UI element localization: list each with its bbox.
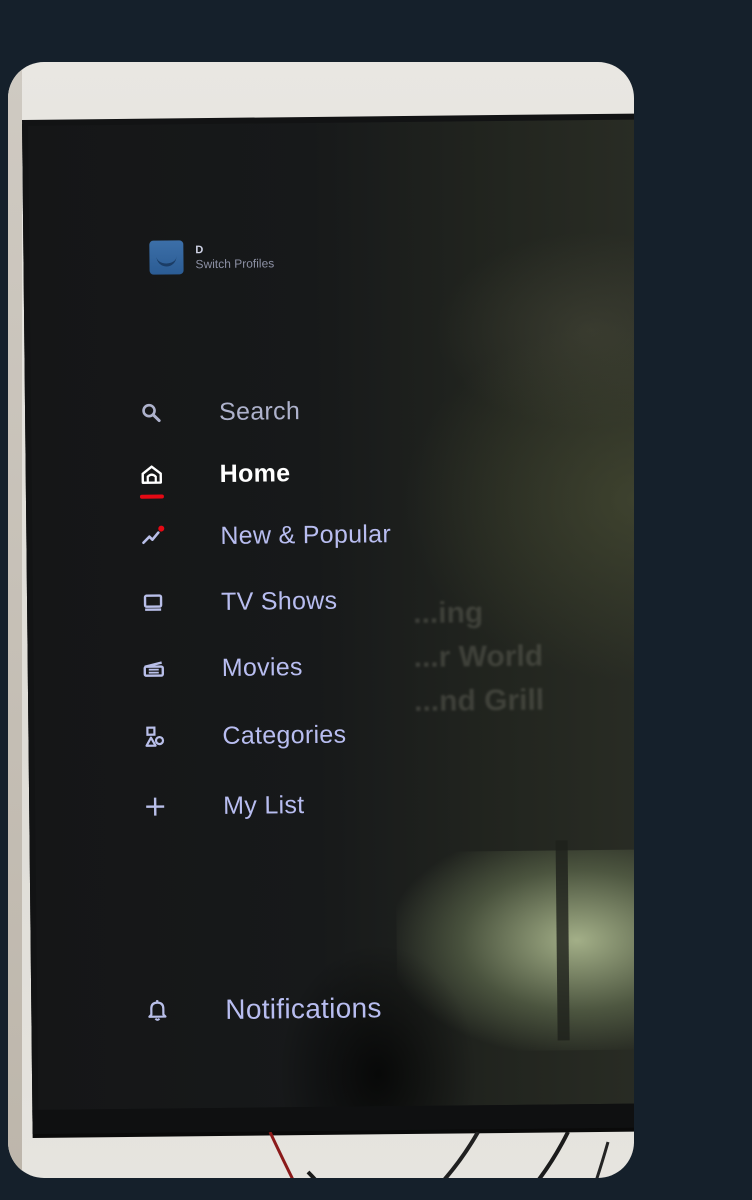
movie-icon [134,648,174,688]
search-icon [131,392,171,432]
new-content-dot [158,525,165,532]
home-icon [132,454,172,499]
menu-item-my-list[interactable]: My List [135,785,305,827]
menu-item-tv-shows[interactable]: TV Shows [133,581,338,623]
trending-icon [132,516,172,556]
bell-icon [137,990,177,1030]
menu-item-label: Movies [221,652,303,682]
cables [8,1132,634,1178]
active-indicator [139,494,164,499]
television: ...ing ...r World ...nd Grill D Switch P… [22,113,634,1134]
plus-icon [135,786,175,826]
menu-item-label: New & Popular [220,519,392,550]
menu-item-new-popular[interactable]: New & Popular [132,514,391,557]
side-menu: Search Home New & Popular TV Shows Movie… [28,119,634,1110]
tv-screen: ...ing ...r World ...nd Grill D Switch P… [28,119,634,1110]
menu-item-label: TV Shows [220,586,338,616]
categories-icon [134,716,174,756]
menu-item-label: Categories [222,720,347,750]
menu-item-categories[interactable]: Categories [134,715,347,757]
menu-item-movies[interactable]: Movies [134,647,303,689]
menu-item-label: Notifications [225,992,382,1025]
tv-icon [133,582,173,622]
menu-item-label: Home [219,458,291,488]
menu-item-search[interactable]: Search [131,391,300,433]
menu-item-label: Search [218,396,301,426]
menu-item-notifications[interactable]: Notifications [137,988,382,1031]
tweet-image-viewer: ...ing ...r World ...nd Grill D Switch P… [0,0,752,1200]
menu-item-label: My List [223,790,305,820]
tv-photo: ...ing ...r World ...nd Grill D Switch P… [8,62,634,1178]
menu-item-home[interactable]: Home [132,453,291,499]
wall [8,62,22,1178]
